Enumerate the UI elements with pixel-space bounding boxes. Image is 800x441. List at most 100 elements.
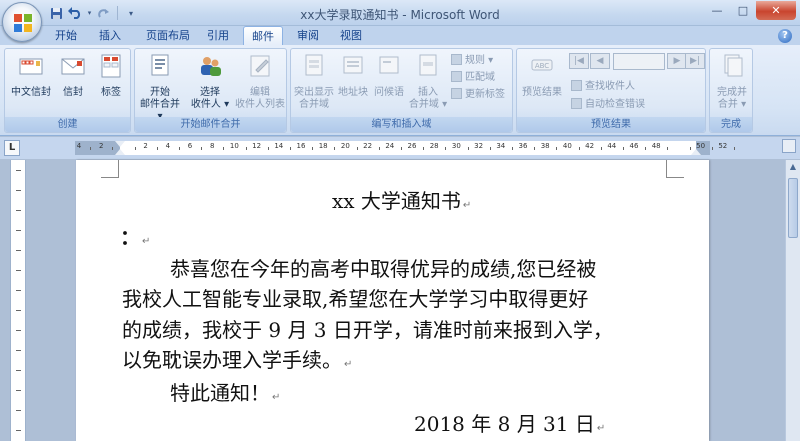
preview-results-icon: ABC — [531, 59, 553, 71]
start-mail-merge-icon — [151, 54, 169, 76]
svg-text:ABC: ABC — [535, 62, 549, 70]
ruler-tick — [645, 147, 647, 150]
ruler-number: 16 — [296, 142, 306, 150]
greeting-line-button[interactable]: 问候语 — [371, 52, 407, 99]
ruler-number: 36 — [518, 142, 528, 150]
chinese-envelope-icon — [19, 58, 43, 75]
vertical-ruler[interactable] — [10, 160, 26, 441]
vruler-tick — [16, 350, 21, 351]
tab-view[interactable]: 视图 — [333, 26, 369, 45]
update-labels-button[interactable]: 更新标签 — [451, 87, 505, 102]
finish-merge-button[interactable]: 完成并 合并 ▾ — [710, 52, 754, 111]
ruler-number: 28 — [429, 142, 439, 150]
ribbon: 中文信封 信封 标签 创建 开始 邮件合并 选择 收件人 ▾ 编辑 收件人列表 … — [0, 45, 800, 136]
match-fields-button[interactable]: 匹配域 — [451, 70, 495, 85]
next-record-button[interactable]: ▶ — [667, 53, 687, 69]
last-record-button[interactable]: ▶| — [685, 53, 705, 69]
ruler-tick — [578, 147, 580, 150]
ruler-tick — [267, 147, 269, 150]
rules-label: 规则 ▾ — [465, 55, 494, 66]
ruler-tick — [511, 147, 513, 150]
finish-merge-icon — [724, 54, 743, 77]
first-record-button[interactable]: |◀ — [569, 53, 589, 69]
envelopes-label: 信封 — [63, 87, 83, 98]
finish-merge-line1: 完成并 — [717, 87, 747, 98]
paragraph-mark-icon: ↵ — [272, 392, 281, 403]
date-line: 2018 年 8 月 31 日 ↵ — [414, 408, 605, 437]
envelopes-button[interactable]: 信封 — [57, 52, 89, 99]
vruler-tick — [16, 370, 21, 371]
ruler-number: 6 — [187, 142, 193, 150]
labels-button[interactable]: 标签 — [95, 52, 127, 99]
tab-home[interactable]: 开始 — [48, 26, 84, 45]
ruler-number: 26 — [407, 142, 417, 150]
tab-page-layout[interactable]: 页面布局 — [139, 26, 197, 45]
right-indent-marker[interactable] — [691, 149, 701, 155]
update-labels-icon — [451, 88, 462, 99]
close-button[interactable]: ✕ — [756, 1, 796, 20]
insert-merge-field-button[interactable]: 插入 合并域 ▾ — [407, 52, 449, 111]
rules-button[interactable]: 规则 ▾ — [451, 53, 493, 68]
office-button[interactable] — [2, 2, 42, 42]
vertical-scrollbar[interactable]: ▲ — [785, 160, 800, 441]
ruler-number: 52 — [718, 142, 728, 150]
salutation-line: ： ↵ — [120, 221, 150, 250]
left-indent-marker[interactable] — [115, 149, 125, 155]
greeting-line-label: 问候语 — [374, 87, 404, 98]
select-recipients-line2: 收件人 ▾ — [190, 99, 230, 110]
tab-mailings[interactable]: 邮件 — [243, 26, 283, 46]
start-mail-merge-button[interactable]: 开始 邮件合并 ▾ — [137, 52, 183, 123]
ruler-number: 44 — [607, 142, 617, 150]
highlight-merge-fields-line2: 合并域 — [299, 99, 329, 110]
group-write-insert-fields-label: 编写和插入域 — [291, 117, 512, 132]
tab-review[interactable]: 审阅 — [290, 26, 326, 45]
view-ruler-button[interactable] — [782, 139, 796, 153]
ruler-tick — [622, 147, 624, 150]
body-line-2: 我校人工智能专业录取,希望您在大学学习中取得更好 — [122, 287, 589, 311]
scrollbar-thumb[interactable] — [788, 178, 798, 238]
edit-recipient-list-line2: 收件人列表 — [235, 99, 285, 110]
auto-check-errors-label: 自动检查错误 — [585, 99, 645, 110]
title-bar: ▾ ▾ xx大学录取通知书 - Microsoft Word — □ ✕ — [0, 0, 800, 26]
help-icon[interactable]: ? — [778, 29, 792, 43]
horizontal-ruler[interactable]: 4 2 2 4 6 8 10 12 14 16 18 20 22 24 26 28 30 32 34 36 38 40 42… — [75, 141, 735, 155]
edit-recipient-list-button[interactable]: 编辑 收件人列表 — [232, 52, 288, 111]
vruler-tick — [16, 210, 21, 211]
preview-results-button[interactable]: ABC 预览结果 — [519, 52, 565, 99]
highlight-merge-fields-button[interactable]: 突出显示 合并域 — [293, 52, 335, 111]
start-mail-merge-line1: 开始 — [150, 87, 170, 98]
body-line-4-text: 以免耽误办理入学手续。 — [122, 348, 342, 372]
scroll-up-arrow-icon[interactable]: ▲ — [788, 162, 798, 174]
ruler-number: 32 — [474, 142, 484, 150]
ruler-tick — [334, 147, 336, 150]
tab-references[interactable]: 引用 — [200, 26, 236, 45]
window-controls: — □ ✕ — [704, 1, 796, 20]
paragraph-mark-icon: ↵ — [596, 423, 606, 434]
rules-icon — [451, 54, 462, 65]
preview-results-label: 预览结果 — [522, 87, 562, 98]
highlight-merge-fields-icon — [305, 54, 323, 76]
tab-insert[interactable]: 插入 — [92, 26, 128, 45]
ruler-number: 38 — [540, 142, 550, 150]
ruler-tick — [733, 147, 735, 150]
paragraph-mark-icon: ↵ — [344, 359, 353, 370]
address-block-button[interactable]: 地址块 — [337, 52, 369, 99]
envelope-icon — [61, 58, 85, 75]
maximize-button[interactable]: □ — [730, 1, 756, 20]
chinese-envelope-button[interactable]: 中文信封 — [11, 52, 51, 99]
greeting-line-icon — [379, 56, 399, 74]
ruler-row: L 4 2 2 4 6 8 10 12 14 16 18 20 22 24 26 28 30 32 34 36 38 40… — [0, 137, 800, 159]
minimize-button[interactable]: — — [704, 1, 730, 20]
first-line-indent-marker[interactable] — [115, 141, 125, 147]
find-recipient-button[interactable]: 查找收件人 — [571, 79, 635, 94]
record-number-field[interactable] — [613, 53, 665, 70]
select-recipients-button[interactable]: 选择 收件人 ▾ — [187, 52, 233, 111]
group-create: 中文信封 信封 标签 创建 — [4, 48, 131, 133]
labels-label: 标签 — [101, 87, 121, 98]
tab-selector-button[interactable]: L — [4, 140, 20, 156]
select-recipients-line1: 选择 — [200, 87, 220, 98]
auto-check-errors-button[interactable]: 自动检查错误 — [571, 97, 645, 112]
previous-record-button[interactable]: ◀ — [590, 53, 610, 69]
ruler-number: 46 — [629, 142, 639, 150]
ruler-tick — [245, 147, 247, 150]
